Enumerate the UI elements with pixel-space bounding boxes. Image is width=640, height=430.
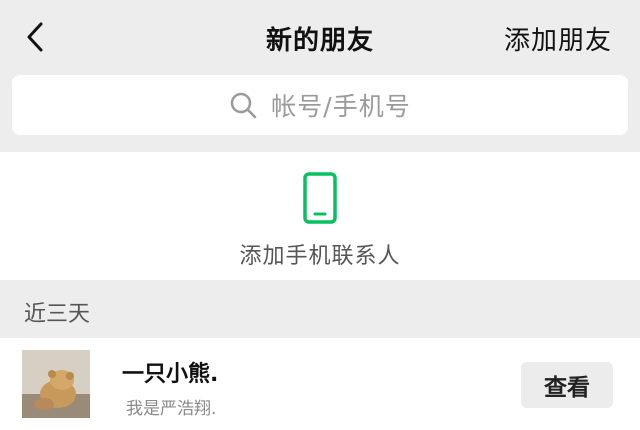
avatar <box>22 350 90 418</box>
search-input[interactable]: 帐号/手机号 <box>12 75 628 135</box>
friend-request-row[interactable]: 一只小熊. 我是严浩翔. 查看 <box>0 338 640 430</box>
view-button[interactable]: 查看 <box>521 362 613 408</box>
section-label: 近三天 <box>24 302 91 327</box>
friend-message: 我是严浩翔. <box>126 399 217 419</box>
section-header: 近三天 <box>0 280 640 338</box>
top-bar: 新的朋友 添加朋友 <box>0 0 640 74</box>
add-phone-label: 添加手机联系人 <box>239 244 401 269</box>
add-phone-contacts[interactable]: 添加手机联系人 <box>0 152 640 280</box>
search-icon <box>231 92 257 119</box>
friend-name: 一只小熊. <box>122 362 219 387</box>
search-placeholder-group: 帐号/手机号 <box>229 87 410 123</box>
search-placeholder: 帐号/手机号 <box>271 92 411 121</box>
phone-icon <box>303 172 337 224</box>
add-friend-button[interactable]: 添加朋友 <box>504 20 612 57</box>
